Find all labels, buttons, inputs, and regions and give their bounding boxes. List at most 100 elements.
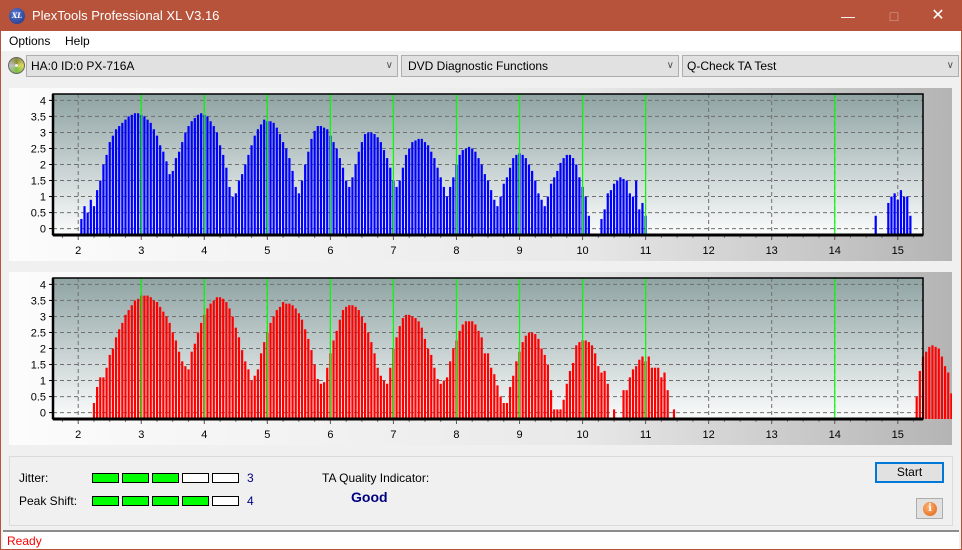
histogram-bar [159, 145, 162, 235]
histogram-bar [480, 337, 483, 419]
histogram-bar [474, 151, 477, 235]
histogram-bar [521, 154, 524, 235]
histogram-bar [565, 383, 568, 419]
drive-select[interactable]: HA:0 ID:0 PX-716A ∨ [26, 55, 398, 77]
histogram-bar [606, 193, 609, 235]
x-tick-label: 15 [892, 245, 904, 257]
histogram-bar [307, 338, 310, 419]
histogram-bar [111, 135, 114, 235]
histogram-bar [439, 177, 442, 235]
histogram-bar [241, 174, 244, 235]
status-bar: Ready [3, 530, 959, 549]
histogram-bar [348, 305, 351, 419]
histogram-bar [445, 196, 449, 235]
histogram-bar [200, 322, 203, 419]
histogram-bar [376, 367, 379, 419]
histogram-bar [146, 119, 149, 235]
histogram-bar [332, 142, 335, 235]
histogram-bar [937, 348, 940, 419]
jitter-label: Jitter: [19, 471, 49, 485]
histogram-bar [259, 353, 263, 419]
menu-options[interactable]: Options [9, 34, 50, 48]
histogram-bar [193, 118, 196, 235]
histogram-bar [543, 354, 546, 419]
histogram-bar [631, 196, 635, 235]
histogram-bar [568, 154, 572, 235]
start-button[interactable]: Start [875, 462, 944, 483]
histogram-bar [114, 337, 118, 419]
histogram-bar [398, 180, 401, 235]
x-tick-label: 10 [576, 429, 588, 441]
histogram-bar [628, 377, 631, 419]
maximize-button[interactable]: □ [871, 1, 917, 31]
histogram-bar [931, 345, 934, 419]
close-button[interactable]: ✕ [915, 1, 961, 31]
histogram-bar [338, 158, 341, 235]
jitter-segment [182, 473, 209, 483]
histogram-bar [124, 119, 127, 235]
histogram-bar [906, 196, 909, 235]
x-tick-label: 13 [766, 429, 778, 441]
jitter-meter [92, 473, 239, 483]
x-tick-label: 5 [264, 245, 270, 257]
histogram-bar [105, 367, 108, 419]
window-title: PlexTools Professional XL V3.16 [32, 8, 220, 23]
histogram-bar [222, 154, 225, 235]
histogram-bar [294, 186, 297, 235]
minimize-button[interactable]: — [825, 1, 871, 31]
histogram-bar [467, 321, 471, 419]
histogram-bar [338, 319, 341, 419]
histogram-bar [326, 129, 329, 235]
peak-shift-meter [92, 496, 239, 506]
histogram-bar [464, 321, 468, 419]
histogram-bar [171, 170, 174, 235]
histogram-bar [162, 151, 165, 235]
histogram-bar [237, 337, 241, 419]
histogram-bar [241, 350, 244, 419]
histogram-bar [360, 316, 364, 419]
histogram-bar [285, 148, 288, 235]
histogram-bar [177, 151, 181, 235]
histogram-bar [237, 180, 241, 235]
menu-help[interactable]: Help [65, 34, 90, 48]
chevron-down-icon: ∨ [946, 60, 954, 71]
histogram-bar [572, 158, 575, 235]
x-tick-label: 6 [327, 429, 333, 441]
histogram-bar [165, 161, 168, 235]
histogram-bar [477, 158, 480, 235]
histogram-bar [445, 377, 449, 419]
histogram-bar [534, 334, 537, 419]
histogram-bar [389, 167, 392, 235]
y-tick-label: 3 [40, 127, 46, 139]
ta-quality-value: Good [351, 489, 388, 505]
histogram-bar [357, 310, 360, 419]
histogram-bar [502, 402, 505, 419]
histogram-bar [918, 370, 921, 419]
histogram-bar [902, 196, 906, 235]
histogram-bar [909, 215, 912, 235]
lands-histogram-chart: 0 0.5 1 1.5 2 2.5 3 3.5 4 2 3 4 5 6 7 8 9 10 11 12 13 14 15 [31, 93, 924, 257]
histogram-bar [549, 390, 553, 419]
histogram-bar [584, 340, 587, 419]
histogram-bar [234, 327, 237, 419]
function-select[interactable]: DVD Diagnostic Functions ∨ [401, 55, 679, 77]
histogram-bar [499, 396, 502, 419]
x-tick-label: 3 [138, 429, 144, 441]
info-button[interactable]: i [916, 498, 943, 519]
title-bar: XL PlexTools Professional XL V3.16 — □ ✕ [1, 1, 961, 31]
histogram-bar [316, 378, 319, 419]
jitter-segment [122, 473, 149, 483]
test-select[interactable]: Q-Check TA Test ∨ [682, 55, 959, 77]
histogram-bar [899, 190, 903, 235]
histogram-bar [625, 390, 628, 419]
histogram-bar [452, 348, 455, 419]
histogram-bar [458, 330, 461, 419]
histogram-bar [887, 202, 890, 235]
chevron-down-icon: ∨ [385, 60, 393, 71]
histogram-bar [215, 297, 219, 419]
y-tick-label: 0 [40, 224, 46, 236]
histogram-bar [423, 338, 427, 419]
info-icon: i [923, 502, 937, 516]
histogram-bar [111, 348, 114, 419]
histogram-bar [515, 361, 518, 419]
